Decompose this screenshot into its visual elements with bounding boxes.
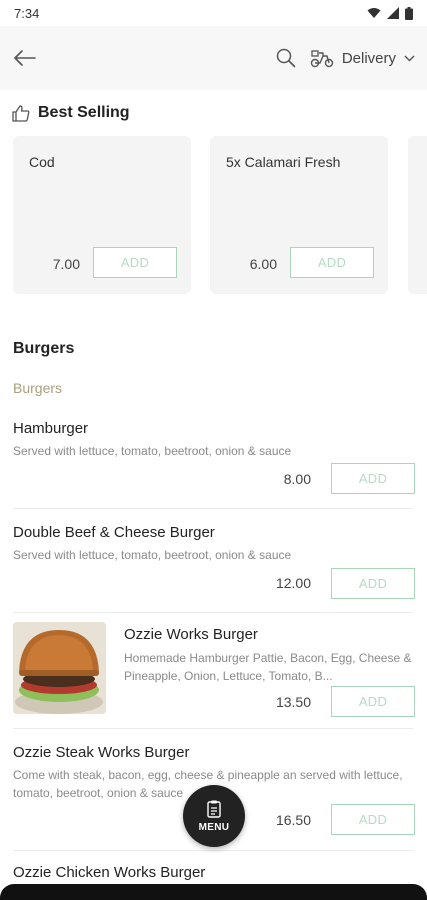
menu-item[interactable]: Hamburger Served with lettuce, tomato, b… xyxy=(0,418,427,508)
menu-item[interactable]: Ozzie Works Burger Homemade Hamburger Pa… xyxy=(0,622,427,728)
burger-photo xyxy=(13,622,106,714)
best-selling-card[interactable]: 5x Calamari Fresh 6.00 ADD xyxy=(210,136,388,294)
burger-image-icon xyxy=(13,622,106,714)
item-description: Served with lettuce, tomato, beetroot, o… xyxy=(13,548,292,562)
divider xyxy=(13,612,413,613)
add-button[interactable]: ADD xyxy=(290,247,374,278)
divider xyxy=(13,508,413,509)
add-button[interactable]: ADD xyxy=(331,804,415,835)
best-selling-card-partial[interactable] xyxy=(408,136,427,294)
category-title: Burgers xyxy=(13,340,75,357)
menu-item[interactable]: Double Beef & Cheese Burger Served with … xyxy=(0,522,427,612)
menu-button[interactable]: MENU xyxy=(183,785,245,847)
item-price: 8.00 xyxy=(283,471,311,487)
delivery-mode-selector[interactable]: Delivery xyxy=(310,48,415,68)
menu-button-label: MENU xyxy=(198,821,230,833)
chevron-down-icon xyxy=(404,55,415,61)
gesture-bar xyxy=(0,884,427,900)
item-name: Ozzie Steak Works Burger xyxy=(13,744,190,761)
status-time: 7:34 xyxy=(14,5,40,21)
signal-icon xyxy=(387,7,399,19)
search-button[interactable] xyxy=(276,47,298,69)
add-button[interactable]: ADD xyxy=(331,686,415,717)
status-icons xyxy=(367,6,413,20)
thumbs-up-icon xyxy=(12,104,30,122)
item-name: Double Beef & Cheese Burger xyxy=(13,524,215,541)
battery-icon xyxy=(405,6,413,20)
arrow-left-icon xyxy=(14,50,36,66)
add-button[interactable]: ADD xyxy=(331,463,415,494)
delivery-label: Delivery xyxy=(341,49,396,67)
menu-item[interactable]: Ozzie Chicken Works Burger xyxy=(0,862,427,884)
best-selling-title: Best Selling xyxy=(38,104,130,121)
product-price: 7.00 xyxy=(52,256,80,272)
top-app-bar: Delivery xyxy=(0,26,427,90)
add-button[interactable]: ADD xyxy=(331,568,415,599)
item-price: 16.50 xyxy=(275,812,311,828)
item-price: 13.50 xyxy=(275,694,311,710)
wifi-icon xyxy=(367,8,381,18)
best-selling-card[interactable]: Cod 7.00 ADD xyxy=(13,136,191,294)
item-price: 12.00 xyxy=(275,575,311,591)
search-icon xyxy=(276,48,296,68)
item-name: Ozzie Chicken Works Burger xyxy=(13,864,206,881)
product-name: Cod xyxy=(29,154,55,170)
item-name: Hamburger xyxy=(13,420,89,437)
divider xyxy=(13,728,413,729)
status-bar: 7:34 xyxy=(0,0,427,26)
item-description: Served with lettuce, tomato, beetroot, o… xyxy=(13,444,292,458)
add-button[interactable]: ADD xyxy=(93,247,177,278)
divider xyxy=(13,850,413,851)
clipboard-icon xyxy=(207,800,221,818)
scooter-icon xyxy=(310,50,334,68)
item-name: Ozzie Works Burger xyxy=(124,626,258,643)
product-price: 6.00 xyxy=(249,256,277,272)
back-button[interactable] xyxy=(12,45,38,71)
item-description: Homemade Hamburger Pattie, Bacon, Egg, C… xyxy=(124,651,412,683)
subcategory-label: Burgers xyxy=(13,380,63,396)
best-selling-heading: Best Selling xyxy=(12,104,130,122)
product-name: 5x Calamari Fresh xyxy=(226,154,341,170)
